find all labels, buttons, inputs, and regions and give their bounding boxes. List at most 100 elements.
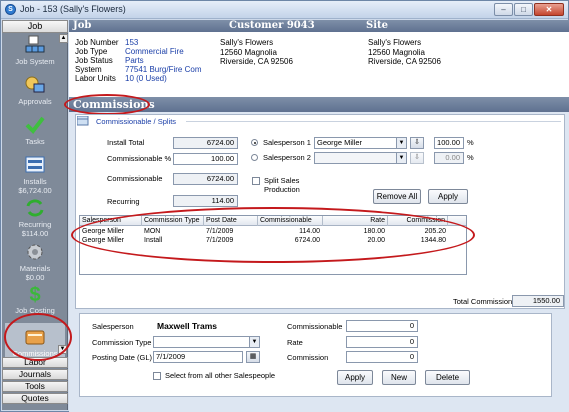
nav-label-materials: Materials <box>19 264 51 273</box>
job-header-bar: Job Customer 9043 Site <box>69 20 569 32</box>
site-address: Sally's Flowers 12560 Magnolia Riverside… <box>368 38 441 66</box>
highlight-oval-grid <box>71 207 475 263</box>
splits-divider <box>186 121 561 122</box>
recurring-label: Recurring <box>107 197 140 206</box>
nav-item-installs[interactable]: Installs $6,724.00 <box>2 155 68 195</box>
calendar-icon[interactable]: ▦ <box>246 351 260 363</box>
commission-type-label: Commission Type <box>92 338 152 347</box>
posting-date-label: Posting Date (GL) <box>92 353 153 362</box>
job-type-label: Job Type <box>75 47 108 56</box>
nav-sub-recurring: $114.00 <box>21 229 49 238</box>
nav-item-tasks[interactable]: Tasks <box>2 115 68 146</box>
pct-sign-2: % <box>467 153 474 162</box>
nav-tab-tools[interactable]: Tools <box>2 381 68 392</box>
select-all-salespeople-checkbox[interactable] <box>153 372 161 380</box>
split-sales-label: Split Sales Production <box>264 176 300 194</box>
salesperson2-lookup-icon[interactable]: ⇩ <box>410 152 424 164</box>
nav-sub-installs: $6,724.00 <box>18 186 52 195</box>
approvals-icon <box>25 76 45 93</box>
editor-rate-input[interactable]: 0 <box>346 336 418 348</box>
splits-section-label: Commissionable / Splits <box>96 117 177 126</box>
editor-new-button[interactable]: New <box>382 370 416 385</box>
labor-units-label: Labor Units <box>75 74 116 83</box>
nav-item-materials[interactable]: Materials $0.00 <box>2 242 68 282</box>
job-system-icon <box>25 35 45 53</box>
nav-header-job[interactable]: Job <box>2 20 68 33</box>
app-icon: S <box>5 4 16 15</box>
salesperson1-radio[interactable] <box>251 139 258 146</box>
salesperson2-radio[interactable] <box>251 154 258 161</box>
maximize-button[interactable]: □ <box>514 3 533 16</box>
job-status-label: Job Status <box>75 56 113 65</box>
dollar-icon: $ <box>29 284 40 304</box>
nav-tab-quotes[interactable]: Quotes <box>2 393 68 404</box>
header-site: Site <box>366 20 389 31</box>
apply-splits-button[interactable]: Apply <box>428 189 468 204</box>
nav-label-approvals: Approvals <box>18 97 52 106</box>
salesperson2-label: Salesperson 2 <box>263 153 311 162</box>
highlight-oval-title <box>64 94 150 115</box>
editor-salesperson-label: Salesperson <box>92 322 134 331</box>
installs-icon <box>25 156 45 173</box>
editor-salesperson-value: Maxwell Trams <box>157 321 218 331</box>
remove-all-button[interactable]: Remove All <box>373 189 421 204</box>
window-title: Job - 153 (Sally's Flowers) <box>20 4 126 14</box>
commission-type-select[interactable]: ▼ <box>153 336 260 348</box>
header-customer: Customer 9043 <box>229 20 315 31</box>
checkmark-icon <box>25 116 45 135</box>
editor-commission-label: Commission <box>287 353 329 362</box>
salesperson1-lookup-icon[interactable]: ⇩ <box>410 137 424 149</box>
salesperson1-select[interactable]: George Miller ▼ <box>314 137 407 149</box>
gear-icon <box>27 244 43 260</box>
nav-label-tasks: Tasks <box>25 137 45 146</box>
total-commission-field: 1550.00 <box>512 295 564 307</box>
nav-label-recurring: Recurring <box>18 220 52 229</box>
split-sales-checkbox[interactable] <box>252 177 260 185</box>
editor-apply-button[interactable]: Apply <box>337 370 373 385</box>
editor-commission-input[interactable]: 0 <box>346 351 418 363</box>
install-total-field: 6724.00 <box>173 137 238 149</box>
posting-date-input[interactable]: 7/1/2009 <box>153 351 243 363</box>
commissionable-pct-input[interactable]: 100.00 <box>173 153 238 165</box>
pct-sign-1: % <box>467 138 474 147</box>
recurring-field: 114.00 <box>173 195 238 207</box>
editor-commissionable-input[interactable]: 0 <box>346 320 418 332</box>
salesperson2-select[interactable]: ▼ <box>314 152 407 164</box>
total-commission-label: Total Commission <box>453 297 513 306</box>
nav-sub-materials: $0.00 <box>25 273 45 282</box>
customer-address: Sally's Flowers 12560 Magnolia Riverside… <box>220 38 293 66</box>
editor-delete-button[interactable]: Delete <box>425 370 470 385</box>
select-all-salespeople-label: Select from all other Salespeople <box>165 371 276 380</box>
job-number-link[interactable]: 153 <box>125 38 138 47</box>
nav-tab-journals[interactable]: Journals <box>2 369 68 380</box>
chevron-down-icon: ▼ <box>396 138 406 148</box>
highlight-oval-nav <box>4 313 72 361</box>
job-type-link[interactable]: Commercial Fire <box>125 47 184 56</box>
labor-units-link[interactable]: 10 (0 Used) <box>125 74 167 83</box>
header-job: Job <box>73 20 92 31</box>
svg-text:$: $ <box>29 284 40 304</box>
system-label: System <box>75 65 102 74</box>
splits-icon <box>77 116 89 126</box>
salesperson2-pct-input[interactable]: 0.00 <box>434 152 464 164</box>
system-link[interactable]: 77541 Burg/Fire Com <box>125 65 201 74</box>
job-number-label: Job Number <box>75 38 119 47</box>
title-bar: S Job - 153 (Sally's Flowers) – □ ✕ <box>1 1 568 19</box>
nav-item-job-system[interactable]: Job System <box>2 35 68 66</box>
job-status-link[interactable]: Parts <box>125 56 144 65</box>
nav-item-recurring[interactable]: Recurring $114.00 <box>2 198 68 238</box>
nav-item-job-costing[interactable]: $ Job Costing <box>2 284 68 315</box>
salesperson1-label: Salesperson 1 <box>263 138 311 147</box>
chevron-down-icon: ▼ <box>396 153 406 163</box>
recurring-arrows-icon <box>26 199 44 217</box>
editor-commissionable-label: Commissionable <box>287 322 343 331</box>
minimize-button[interactable]: – <box>494 3 513 16</box>
editor-rate-label: Rate <box>287 338 303 347</box>
nav-label-installs: Installs <box>23 177 47 186</box>
commissionable-label: Commissionable <box>107 174 163 183</box>
app-window: S Job - 153 (Sally's Flowers) – □ ✕ Job … <box>0 0 569 412</box>
install-total-label: Install Total <box>107 138 145 147</box>
salesperson1-pct-input[interactable]: 100.00 <box>434 137 464 149</box>
close-button[interactable]: ✕ <box>534 3 564 16</box>
nav-item-approvals[interactable]: Approvals <box>2 75 68 106</box>
